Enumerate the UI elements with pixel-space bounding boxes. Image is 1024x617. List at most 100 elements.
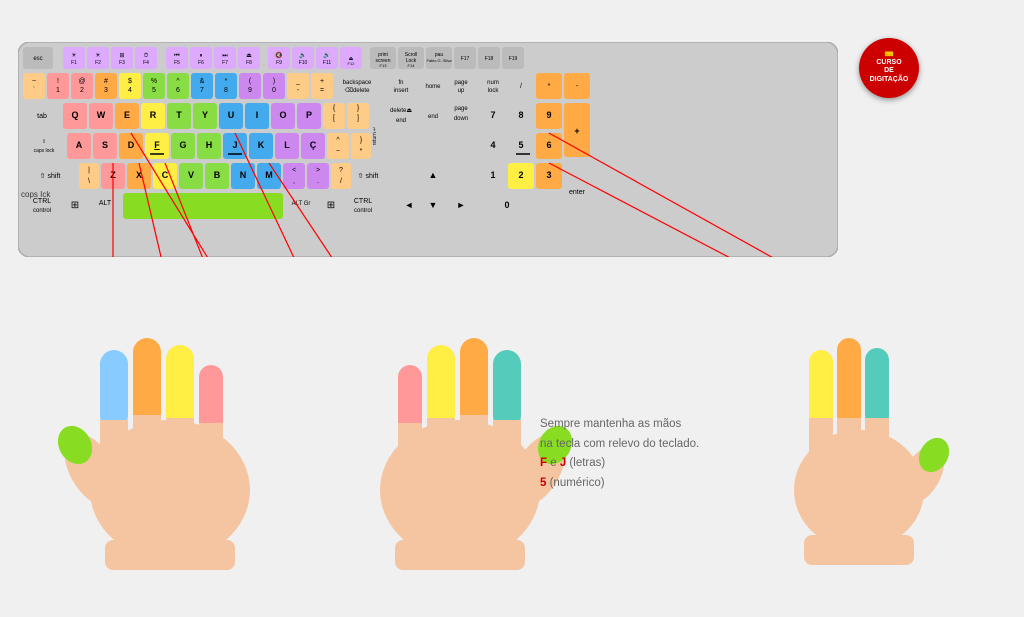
svg-text:F14: F14 [408,63,416,68]
svg-text:▲: ▲ [429,170,438,180]
svg-text:F1: F1 [71,60,77,66]
numpad-hand-svg [759,270,959,570]
keyboard-svg: esc ☀F1 ☀F2 ⊞F3 ⏱F4 ⏮F5 ⏸F6 ⏭F7 ⏏F8 🔇F9 … [18,42,838,257]
badge-line1: CURSO [876,59,901,67]
svg-text:🔇: 🔇 [275,51,283,59]
svg-text:!: ! [57,78,59,85]
svg-text:5: 5 [518,140,523,150]
left-hand-svg [40,270,300,570]
svg-text:.: . [317,178,319,185]
svg-text:F7: F7 [222,60,228,66]
svg-text:►: ► [457,200,466,210]
svg-text:☀: ☀ [71,52,76,59]
instruction-line4: 5 (numérico) [540,474,699,494]
svg-text:CTRL: CTRL [354,198,372,205]
svg-text:D: D [128,140,135,150]
svg-text:R: R [150,110,157,120]
svg-text:tab: tab [37,113,47,120]
svg-text:Ç: Ç [310,140,317,150]
svg-text:F9: F9 [276,60,282,66]
svg-text:down: down [454,116,468,122]
svg-text:N: N [240,170,247,180]
instruction-numerico: (numérico) [546,477,604,489]
svg-text:~: ~ [336,148,340,155]
svg-text:B: B [214,170,221,180]
main-container: ⌨ CURSO DE DIGITAÇÃO esc ☀F1 ☀F2 ⊞F3 ⏱F4… [0,0,1024,617]
svg-text:F3: F3 [119,60,125,66]
svg-text:enter: enter [569,189,586,196]
svg-text:4: 4 [490,140,495,150]
svg-text:9: 9 [546,110,551,120]
svg-text:$: $ [128,78,132,85]
svg-text:<: < [292,167,296,174]
svg-text:⇧ shift: ⇧ shift [358,172,379,180]
svg-text:&: & [200,78,205,85]
badge-line2: DE [884,67,894,75]
svg-text:*: * [225,78,228,85]
svg-text:0: 0 [272,87,276,94]
svg-text:F4: F4 [143,60,149,66]
svg-text:F17: F17 [461,56,470,62]
svg-text:end: end [396,118,406,124]
instruction-line2: na tecla com relevo do teclado. [540,435,699,455]
svg-text:⏸: ⏸ [199,53,202,59]
svg-text:[: [ [333,115,335,122]
svg-text:F8: F8 [246,60,252,66]
instruction-ej: e [547,457,560,469]
svg-text:`: ` [33,87,35,94]
svg-text:1: 1 [490,170,495,180]
svg-text:⇪: ⇪ [42,139,46,145]
svg-text:/: / [340,178,342,185]
svg-text:F19: F19 [509,56,518,62]
svg-text:C: C [162,170,169,180]
svg-text:🔉: 🔉 [299,52,306,59]
svg-text:🔊: 🔊 [323,51,331,59]
svg-text:7: 7 [200,87,204,94]
svg-text:=: = [320,87,324,94]
svg-text:M: M [265,170,273,180]
svg-text:fn: fn [398,80,403,86]
svg-text:~: ~ [32,78,36,85]
instruction-letras: (letras) [566,457,605,469]
svg-text:F18: F18 [485,56,494,62]
svg-text:L: L [284,140,290,150]
svg-text:A: A [76,140,83,150]
svg-text:Y: Y [202,110,208,120]
svg-text:☀: ☀ [95,52,100,59]
instruction-block: Sempre mantenha as mãos na tecla com rel… [540,415,699,493]
svg-text:control: control [33,208,51,214]
svg-text:\: \ [88,178,90,185]
svg-text:>: > [316,167,320,174]
svg-text:K: K [258,140,265,150]
svg-text:⏮: ⏮ [174,53,180,59]
svg-text:CTRL: CTRL [33,198,51,205]
svg-text:▼: ▼ [429,200,438,210]
svg-text:2: 2 [80,87,84,94]
svg-text:⏱: ⏱ [144,52,149,59]
svg-text:⊞: ⊞ [119,53,124,59]
svg-text:ALT: ALT [99,200,112,207]
svg-text:page: page [454,106,468,112]
svg-text:*: * [548,83,551,90]
svg-text:⊞: ⊞ [327,200,335,211]
badge-circle: ⌨ CURSO DE DIGITAÇÃO [859,38,919,98]
svg-text:⏏: ⏏ [246,53,252,59]
svg-text:⌫delete: ⌫delete [345,87,370,94]
svg-text:6: 6 [176,87,180,94]
svg-text:F12: F12 [348,61,356,66]
svg-text:W: W [97,110,106,120]
svg-text:4: 4 [128,87,132,94]
instruction-line3: F e J (letras) [540,454,699,474]
svg-text:up: up [458,88,465,94]
svg-text:): ) [273,78,275,85]
svg-text:3: 3 [546,170,551,180]
instruction-line1: Sempre mantenha as mãos [540,415,699,435]
svg-text:U: U [228,110,235,120]
svg-text:F13: F13 [380,63,388,68]
instruction-f: F [540,457,547,469]
caps-lock-label: cops Ick [21,190,50,199]
svg-text:Fabio G. Silva: Fabio G. Silva [426,58,452,63]
svg-text:I: I [256,110,259,120]
svg-text:|: | [88,167,90,174]
svg-text:caps lock: caps lock [34,148,55,154]
